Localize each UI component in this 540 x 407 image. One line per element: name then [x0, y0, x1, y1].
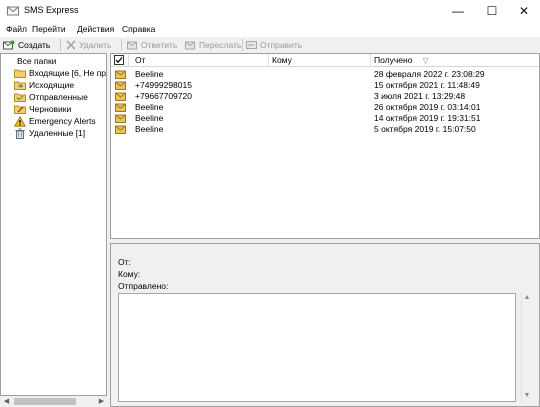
menu-help[interactable]: Справка: [122, 24, 155, 34]
envelope-icon: [115, 70, 126, 79]
envelope-icon: [115, 125, 126, 134]
create-label: Создать: [18, 40, 51, 50]
new-message-icon: [3, 40, 15, 49]
toolbar-separator: [121, 39, 122, 51]
menu-bar: Файл Перейти Действия Справка: [0, 22, 540, 37]
row-received: 14 октября 2019 г. 19:31:51: [374, 113, 481, 123]
folder-label: Отправленные: [29, 92, 88, 102]
scroll-up-arrow-icon[interactable]: ▲: [522, 293, 532, 303]
folder-label: Черновики: [29, 104, 72, 114]
drafts-icon: [14, 105, 26, 114]
folder-label: Входящие [6, Не прочитанные]: [29, 68, 107, 78]
folder-tree: Все папки Входящие [6, Не прочитанные] И…: [0, 53, 107, 396]
app-window: SMS Express — ☐ ✕ Файл Перейти Действия …: [0, 0, 540, 407]
forward-button[interactable]: Переслать: [185, 38, 241, 52]
folder-sent[interactable]: Отправленные: [14, 91, 88, 103]
preview-to-label: Кому:: [118, 269, 141, 279]
menu-actions[interactable]: Действия: [77, 24, 114, 34]
menu-go[interactable]: Перейти: [32, 24, 66, 34]
warning-icon: [14, 115, 26, 127]
folder-root[interactable]: Все папки: [17, 56, 56, 66]
folder-drafts[interactable]: Черновики: [14, 103, 71, 115]
inbox-icon: [14, 69, 26, 78]
folder-deleted[interactable]: Удаленные [1]: [14, 127, 85, 139]
list-header: От Кому Получено ▽: [111, 54, 539, 67]
reply-icon: [127, 41, 137, 50]
send-button[interactable]: Отправить: [246, 38, 302, 52]
row-received: 28 февраля 2022 г. 23:08:29: [374, 69, 485, 79]
row-from: +79667709720: [135, 91, 192, 101]
toolbar-separator: [242, 39, 243, 51]
folder-label: Исходящие: [29, 80, 75, 90]
row-received: 3 июля 2021 г. 13:29:48: [374, 91, 466, 101]
column-received-label: Получено: [374, 55, 413, 65]
folder-inbox[interactable]: Входящие [6, Не прочитанные]: [14, 67, 107, 79]
folder-label: Удаленные [1]: [29, 128, 86, 138]
delete-button[interactable]: Удалить: [66, 38, 111, 52]
checkbox-icon[interactable]: [114, 55, 124, 65]
envelope-icon: [115, 81, 126, 90]
folder-emergency-alerts[interactable]: Emergency Alerts: [14, 115, 96, 127]
column-to[interactable]: Кому: [269, 54, 371, 67]
message-body[interactable]: [118, 293, 516, 402]
table-row[interactable]: +79667709720 3 июля 2021 г. 13:29:48: [111, 91, 539, 102]
scrollbar-thumb[interactable]: [14, 398, 76, 405]
envelope-icon: [115, 103, 126, 112]
table-row[interactable]: Beeline 26 октября 2019 г. 03:14:01: [111, 102, 539, 113]
scroll-down-arrow-icon[interactable]: ▼: [522, 391, 532, 401]
column-from[interactable]: От: [129, 54, 269, 67]
app-icon: [7, 6, 19, 16]
forward-icon: [185, 41, 195, 50]
row-from: Beeline: [135, 113, 164, 123]
send-icon: [246, 41, 257, 49]
row-from: Beeline: [135, 102, 164, 112]
row-from: Beeline: [135, 69, 164, 79]
preview-vertical-scrollbar[interactable]: ▲ ▼: [521, 293, 532, 402]
preview-pane: От: Кому: Отправлено: ▲ ▼: [110, 243, 540, 407]
minimize-button[interactable]: —: [442, 0, 474, 22]
scroll-left-arrow-icon[interactable]: ◀: [1, 396, 12, 407]
reply-button[interactable]: Ответить: [127, 38, 177, 52]
table-row[interactable]: Beeline 28 февраля 2022 г. 23:08:29: [111, 69, 539, 80]
sort-descending-icon: ▽: [422, 58, 429, 65]
menu-file[interactable]: Файл: [6, 24, 27, 34]
delete-label: Удалить: [79, 40, 112, 50]
toolbar-separator: [60, 39, 61, 51]
window-title: SMS Express: [24, 5, 79, 15]
reply-label: Ответить: [141, 40, 178, 50]
scroll-right-arrow-icon[interactable]: ▶: [96, 396, 107, 407]
outbox-icon: [14, 81, 26, 90]
create-button[interactable]: Создать: [3, 38, 50, 52]
forward-label: Переслать: [199, 40, 242, 50]
preview-sent-label: Отправлено:: [118, 281, 169, 291]
folder-outbox[interactable]: Исходящие: [14, 79, 74, 91]
row-received: 5 октября 2019 г. 15:07:50: [374, 124, 476, 134]
close-button[interactable]: ✕: [508, 0, 540, 22]
maximize-button[interactable]: ☐: [476, 0, 508, 22]
send-label: Отправить: [260, 40, 303, 50]
sent-icon: [14, 93, 26, 102]
row-received: 15 октября 2021 г. 11:48:49: [374, 80, 480, 90]
delete-icon: [66, 40, 76, 50]
row-from: Beeline: [135, 124, 164, 134]
toolbar: Создать Удалить Ответить Переслать Отпра…: [0, 37, 540, 53]
title-bar: SMS Express — ☐ ✕: [0, 0, 540, 22]
envelope-icon: [115, 92, 126, 101]
envelope-icon: [115, 114, 126, 123]
trash-icon: [15, 128, 25, 139]
folder-label: Emergency Alerts: [29, 116, 96, 126]
table-row[interactable]: Beeline 5 октября 2019 г. 15:07:50: [111, 124, 539, 135]
table-row[interactable]: Beeline 14 октября 2019 г. 19:31:51: [111, 113, 539, 124]
preview-from-label: От:: [118, 257, 131, 267]
row-from: +74999298015: [135, 80, 192, 90]
folder-horizontal-scrollbar[interactable]: ◀ ▶: [0, 396, 107, 407]
column-received[interactable]: Получено ▽: [371, 54, 539, 67]
select-all-column[interactable]: [111, 54, 129, 67]
message-list: От Кому Получено ▽ Beeline 28 февраля 202…: [110, 53, 540, 239]
table-row[interactable]: +74999298015 15 октября 2021 г. 11:48:49: [111, 80, 539, 91]
row-received: 26 октября 2019 г. 03:14:01: [374, 102, 481, 112]
